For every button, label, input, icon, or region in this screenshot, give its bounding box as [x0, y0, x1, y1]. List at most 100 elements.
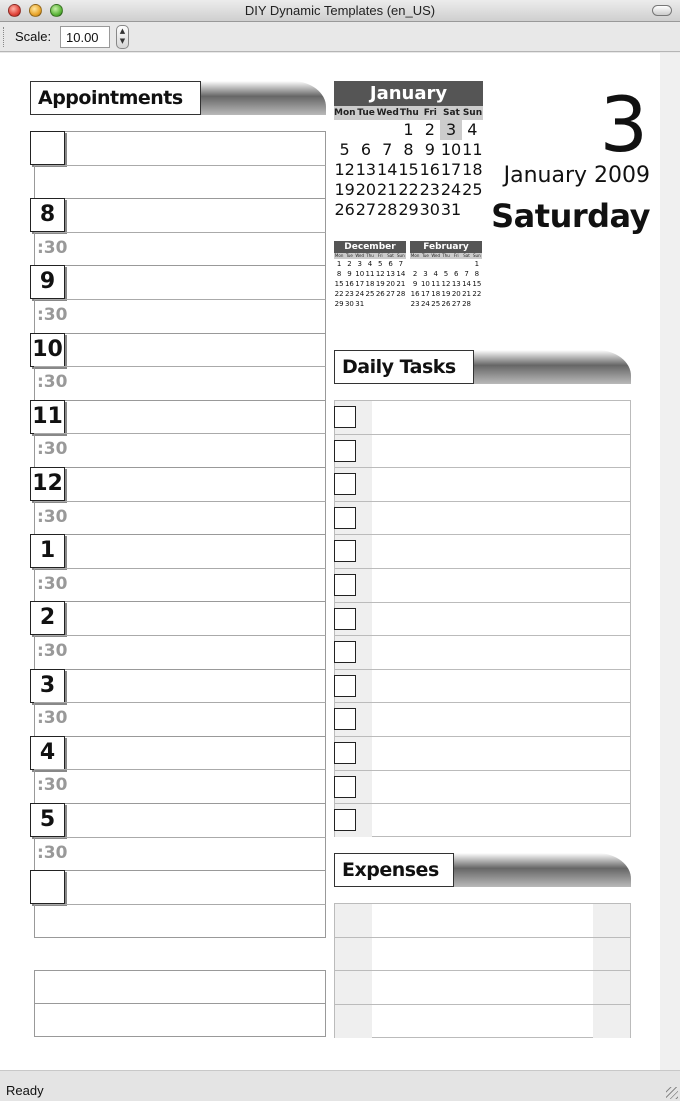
half-hour-row[interactable] — [34, 164, 326, 199]
hour-row[interactable] — [34, 870, 326, 905]
weekday-label: Sat — [442, 108, 460, 118]
hour-row[interactable] — [34, 131, 326, 165]
calendar-day: 20 — [451, 290, 461, 298]
calendar-day: 26 — [441, 300, 451, 308]
expenses-header: Expenses — [334, 853, 631, 887]
calendar-day: 8 — [403, 140, 414, 159]
hour-row[interactable] — [34, 735, 326, 770]
calendar-day: 3 — [423, 270, 428, 278]
calendar-day: 25 — [365, 290, 375, 298]
half-hour-row[interactable] — [34, 702, 326, 737]
hour-row[interactable] — [34, 467, 326, 501]
task-row[interactable] — [334, 400, 631, 434]
calendar-day — [472, 299, 482, 309]
scale-stepper[interactable]: ▲ ▼ — [116, 25, 129, 49]
task-checkbox[interactable] — [334, 406, 356, 428]
scale-input[interactable]: 10.00 — [60, 26, 110, 48]
task-row[interactable] — [334, 568, 631, 602]
expense-row-shade — [335, 971, 372, 1005]
status-text: Ready — [6, 1083, 44, 1098]
half-hour-row[interactable] — [34, 299, 326, 333]
weekday-label: Mon — [334, 108, 356, 118]
task-row[interactable] — [334, 534, 631, 569]
expense-row[interactable] — [334, 1003, 631, 1038]
calendar-day: 29 — [398, 200, 419, 219]
half-hour-row[interactable] — [34, 231, 326, 266]
calendar-day: 15 — [398, 160, 419, 179]
task-row[interactable] — [334, 601, 631, 636]
vertical-scrollbar[interactable] — [660, 53, 680, 1070]
calendar-day: 9 — [347, 270, 352, 278]
calendar-day: 2 — [412, 270, 418, 278]
hour-row[interactable] — [34, 332, 326, 367]
calendar-day — [461, 259, 471, 269]
calendar-day: 5 — [378, 260, 383, 268]
task-checkbox[interactable] — [334, 540, 356, 563]
hour-box: 12 — [30, 467, 65, 501]
calendar-day: 9 — [412, 280, 418, 288]
task-row[interactable] — [334, 467, 631, 502]
half-hour-row[interactable] — [34, 635, 326, 669]
day-number: 3 — [599, 80, 648, 169]
half-hour-row[interactable] — [34, 500, 326, 535]
calendar-day: 11 — [431, 280, 441, 288]
hour-row[interactable] — [34, 198, 326, 233]
hour-row[interactable] — [34, 399, 326, 434]
task-row[interactable] — [334, 500, 631, 535]
half-hour-row[interactable] — [34, 433, 326, 468]
resize-grip-icon[interactable] — [666, 1087, 678, 1099]
calendar-day: 10 — [440, 140, 462, 159]
task-checkbox[interactable] — [334, 506, 356, 529]
task-row[interactable] — [334, 668, 631, 703]
task-row[interactable] — [334, 635, 631, 670]
calendar-day: 22 — [334, 290, 344, 298]
hour-row[interactable] — [34, 668, 326, 703]
task-checkbox[interactable] — [334, 674, 356, 697]
weekday-label: Sun — [462, 108, 483, 118]
toolbar-toggle-button[interactable] — [652, 5, 672, 16]
task-checkbox[interactable] — [334, 607, 356, 630]
stepper-down-icon[interactable]: ▼ — [117, 36, 128, 46]
calendar-day: 15 — [334, 280, 344, 288]
task-checkbox[interactable] — [334, 473, 356, 496]
task-checkbox[interactable] — [334, 809, 356, 832]
half-hour-row[interactable] — [34, 769, 326, 804]
task-checkbox[interactable] — [334, 574, 356, 596]
task-checkbox[interactable] — [334, 708, 356, 731]
task-row[interactable] — [334, 803, 631, 838]
half-hour-row[interactable] — [34, 903, 326, 938]
half-hour-label: :30 — [37, 506, 68, 527]
hour-row[interactable] — [34, 803, 326, 837]
prev-day-grid: 1 2 3 4 5 6 7 8 9 10 11 12 13 14 15 16 17 18 19 20 21 22 23 24 2… — [334, 259, 406, 309]
task-checkbox[interactable] — [334, 439, 356, 462]
half-hour-label: :30 — [37, 372, 68, 393]
hour-row[interactable] — [34, 265, 326, 300]
hour-box: 3 — [30, 668, 65, 703]
hour-box: 11 — [30, 399, 65, 434]
task-checkbox[interactable] — [334, 641, 356, 664]
calendar-day: 14 — [396, 270, 406, 278]
half-hour-row[interactable] — [34, 366, 326, 401]
expense-row[interactable] — [334, 970, 631, 1005]
scale-label: Scale: — [15, 29, 52, 44]
task-checkbox[interactable] — [334, 775, 356, 798]
calendar-day — [365, 299, 375, 309]
task-row[interactable] — [334, 769, 631, 804]
calendar-day: 17 — [420, 290, 430, 298]
task-checkbox[interactable] — [334, 742, 356, 764]
task-row[interactable] — [334, 736, 631, 770]
hour-row[interactable] — [34, 534, 326, 569]
calendar-day: 13 — [355, 160, 377, 179]
stepper-up-icon[interactable]: ▲ — [117, 26, 128, 36]
expense-row[interactable] — [334, 936, 631, 971]
task-row[interactable] — [334, 433, 631, 468]
half-hour-row[interactable] — [34, 567, 326, 602]
hour-row[interactable] — [34, 601, 326, 636]
calendar-day — [334, 120, 355, 140]
calendar-day: 26 — [334, 200, 355, 219]
calendar-day — [355, 120, 376, 140]
calendar-day: 26 — [375, 290, 385, 298]
task-row[interactable] — [334, 702, 631, 737]
half-hour-row[interactable] — [34, 836, 326, 871]
expense-row[interactable] — [334, 903, 631, 937]
